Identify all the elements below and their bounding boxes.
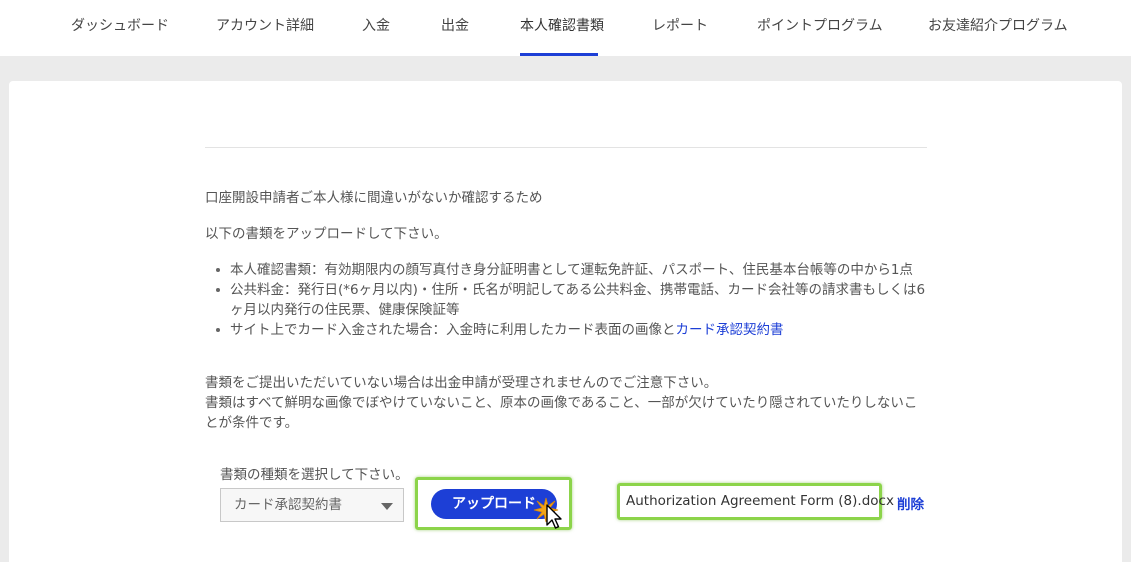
document-type-value: カード承認契約書 [234,497,342,513]
intro-line-2: 以下の書類をアップロードして下さい。 [205,226,448,242]
requirement-text: サイト上でカード入金された場合：入金時に利用したカード表面の画像と [230,322,676,338]
intro-line-1: 口座開設申請者ご本人様に間違いがないか確認するため [205,190,543,206]
tab-referral-program[interactable]: お友達紹介プログラム [928,0,1068,56]
notice-text: 書類をご提出いただいていない場合は出金申請が受理されませんのでご注意下さい。 書… [205,373,927,433]
mouse-cursor-icon [546,504,562,529]
list-item: サイト上でカード入金された場合：入金時に利用したカード表面の画像とカード承認契約… [214,320,930,340]
bullet-dot [216,268,220,272]
tab-deposit[interactable]: 入金 [362,0,390,56]
card-agreement-link[interactable]: カード承認契約書 [676,322,784,338]
requirement-text: 本人確認書類：有効期限内の顔写真付き身分証明書として運転免許証、パスポート、住民… [230,262,913,278]
tab-dashboard[interactable]: ダッシュボード [71,0,169,56]
tab-reports[interactable]: レポート [652,0,708,56]
uploaded-file-name: Authorization Agreement Form (8).docx [626,493,894,509]
list-item: 本人確認書類：有効期限内の顔写真付き身分証明書として運転免許証、パスポート、住民… [214,260,930,280]
list-item: 公共料金：発行日(*6ヶ月以内)・住所・氏名が明記してある公共料金、携帯電話、カ… [214,280,930,320]
tab-identity-documents-label: 本人確認書類 [520,18,604,34]
top-navigation: ダッシュボード アカウント詳細 入金 出金 本人確認書類 レポート ポイントプロ… [0,0,1131,56]
tab-account-details[interactable]: アカウント詳細 [216,0,314,56]
document-type-select[interactable]: カード承認契約書 [220,488,404,522]
delete-file-link[interactable]: 削除 [897,493,924,513]
bullet-dot [216,288,220,292]
notice-line-1: 書類をご提出いただいていない場合は出金申請が受理されませんのでご注意下さい。 [205,375,718,391]
requirements-list: 本人確認書類：有効期限内の顔写真付き身分証明書として運転免許証、パスポート、住民… [214,260,930,340]
requirement-text: 公共料金：発行日(*6ヶ月以内)・住所・氏名が明記してある公共料金、携帯電話、カ… [230,282,926,318]
section-divider [205,147,927,148]
chevron-down-icon [381,503,393,510]
tab-identity-documents[interactable]: 本人確認書類 [520,0,604,56]
tab-points-program[interactable]: ポイントプログラム [757,0,883,56]
document-type-label: 書類の種類を選択して下さい。 [220,467,409,483]
bullet-dot [216,328,220,332]
notice-line-2: 書類はすべて鮮明な画像でぼやけていないこと、原本の画像であること、一部が欠けてい… [205,395,918,431]
tab-withdrawal[interactable]: 出金 [441,0,469,56]
